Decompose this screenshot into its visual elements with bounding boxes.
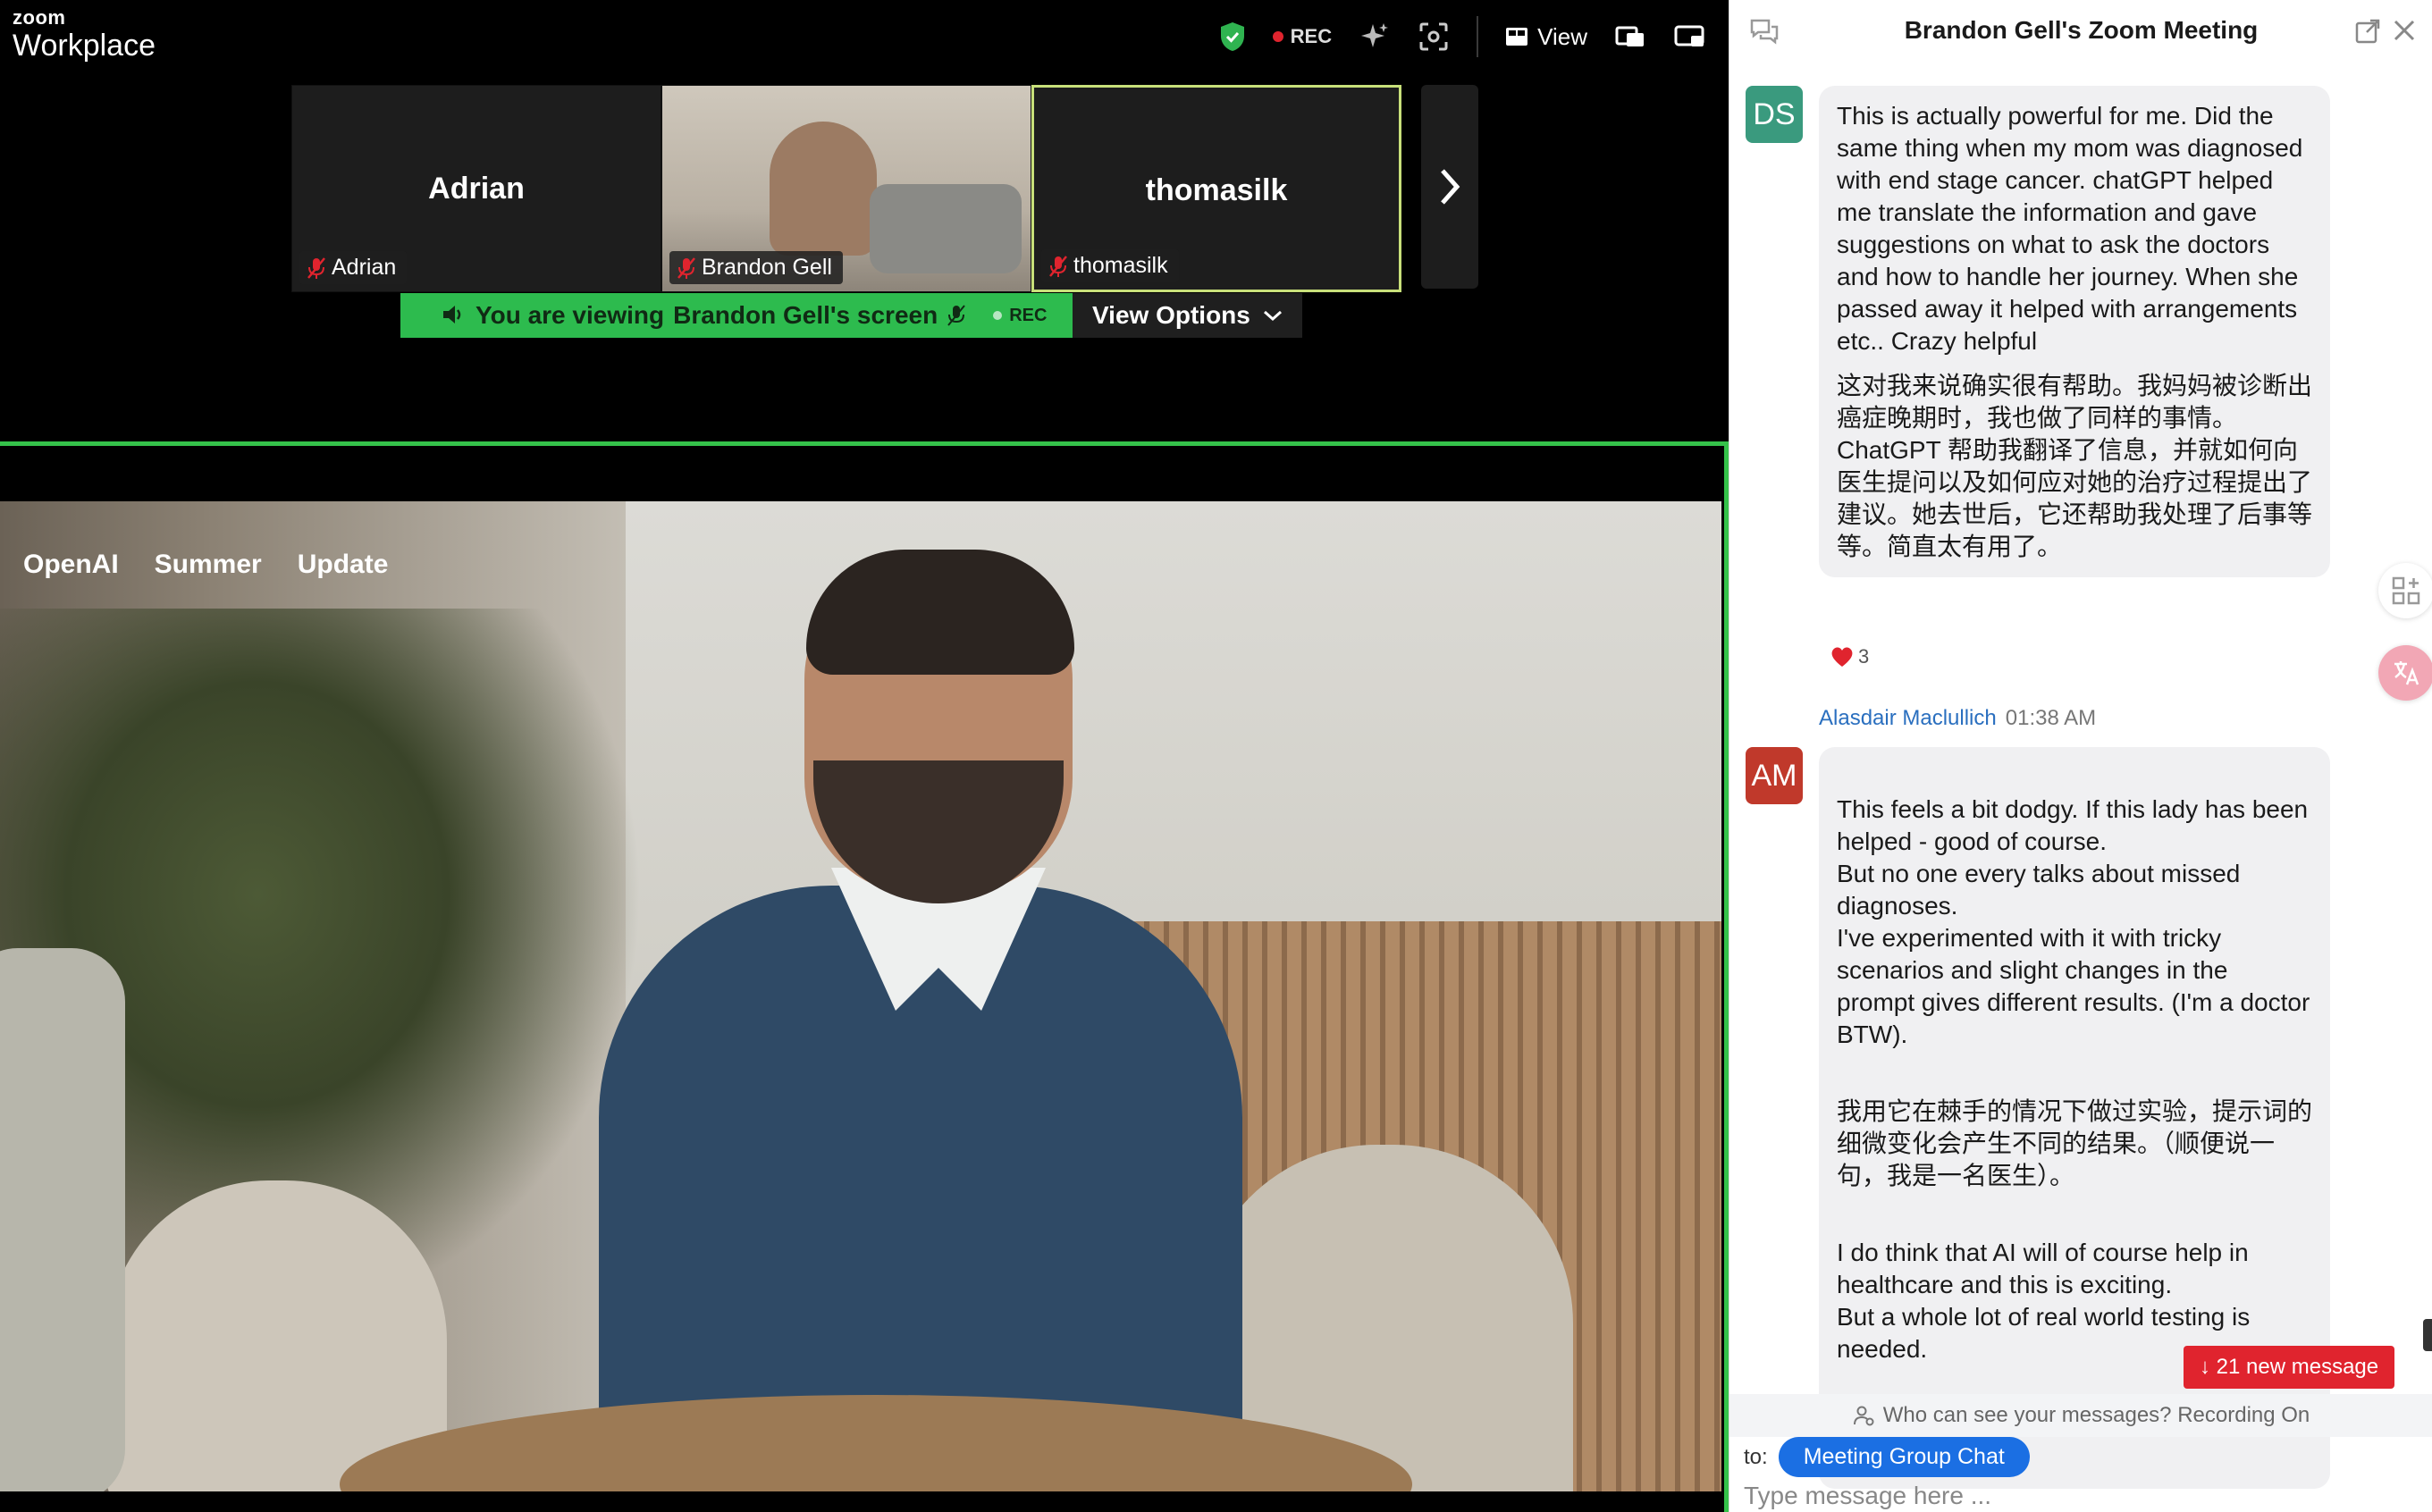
mic-muted-icon [677, 256, 695, 279]
view-options-button[interactable]: View Options [1073, 293, 1302, 338]
new-messages-button[interactable]: ↓ 21 new message [2184, 1346, 2395, 1389]
focus-frame-icon[interactable] [1418, 21, 1450, 53]
to-label: to: [1744, 1444, 1768, 1469]
speaker-hair [806, 550, 1074, 675]
apps-button[interactable] [2378, 563, 2432, 618]
brand-small: zoom [13, 6, 66, 29]
top-toolbar: zoom Workplace REC View [0, 0, 1729, 80]
speaker-icon [443, 306, 461, 323]
zoom-window: zoom Workplace REC View Adrian Adrian Br… [0, 0, 2432, 1512]
chat-panel: Brandon Gell's Zoom Meeting DS This is a… [1729, 0, 2432, 1512]
message-text-translation: 我用它在棘手的情况下做过实验，提示词的细微变化会产生不同的结果。（顺便说一句，我… [1837, 1097, 2313, 1189]
viewing-subject: Brandon Gell's screen [673, 301, 938, 329]
record-dot-icon [1272, 31, 1283, 42]
recording-indicator[interactable]: REC [1272, 25, 1333, 48]
screen-share-banner: You are viewing Brandon Gell's screen RE… [400, 293, 1302, 338]
avatar-initials: DS [1753, 97, 1796, 131]
record-dot-icon [993, 311, 1003, 320]
mic-muted-icon [947, 305, 965, 326]
message-text: This is actually powerful for me. Did th… [1837, 102, 2303, 355]
next-participants-button[interactable] [1421, 85, 1478, 289]
rec-label: REC [1290, 25, 1333, 47]
add-apps-icon [2392, 576, 2420, 605]
participant-video-sofa [870, 184, 1022, 273]
participant-display-name: Adrian [428, 172, 525, 206]
security-shield-icon[interactable] [1219, 21, 1246, 52]
title-word: OpenAI [23, 550, 119, 579]
message-input[interactable] [1744, 1480, 2405, 1512]
shared-video-content[interactable]: OpenAI Summer Update [0, 501, 1721, 1491]
chat-title: Brandon Gell's Zoom Meeting [1904, 16, 2259, 44]
message-sender: Alasdair Maclullich 01:38 AM [1819, 706, 2096, 731]
translate-icon [2394, 661, 2419, 685]
participant-name-tag: Brandon Gell [669, 251, 843, 284]
chevron-down-icon [1263, 310, 1282, 322]
share-rec-indicator: REC [993, 306, 1047, 326]
participant-name-tag: Adrian [299, 251, 408, 284]
message-text: This feels a bit dodgy. If this lady has… [1837, 795, 2310, 1048]
view-options-label: View Options [1092, 301, 1250, 329]
participant-thumbnails: Adrian Adrian Brandon Gell thomasilk tho… [291, 85, 1401, 292]
participant-name-tag: thomasilk [1041, 249, 1179, 282]
view-button[interactable]: View [1505, 23, 1587, 51]
title-word: Summer [154, 550, 262, 579]
fullscreen-icon[interactable] [1673, 21, 1705, 53]
privacy-notice[interactable]: Who can see your messages? Recording On [1729, 1394, 2432, 1437]
viewing-prefix: You are viewing [475, 301, 665, 329]
toolbar-divider [1477, 16, 1479, 57]
side-action-buttons [2378, 563, 2432, 727]
mic-muted-icon [1049, 255, 1067, 277]
avatar-initials: AM [1751, 758, 1797, 793]
meeting-area: zoom Workplace REC View Adrian Adrian Br… [0, 0, 1729, 1512]
shared-screen-frame: OpenAI Summer Update [0, 441, 1729, 1512]
participant-tag-label: Adrian [332, 255, 397, 280]
message-text-translation: 这对我来说确实很有帮助。我妈妈被诊断出癌症晚期时，我也做了同样的事情。ChatG… [1837, 372, 2313, 560]
person-visibility-icon [1853, 1406, 1874, 1426]
reaction-count: 3 [1858, 645, 1870, 668]
chat-message-bubble[interactable]: This is actually powerful for me. Did th… [1819, 86, 2330, 577]
participant-video-person [770, 122, 877, 256]
zoom-logo: zoom Workplace [13, 7, 156, 63]
participant-tile-adrian[interactable]: Adrian Adrian [291, 85, 661, 292]
title-word: Update [297, 550, 389, 579]
brand-big: Workplace [13, 29, 156, 63]
video-title: OpenAI Summer Update [23, 550, 388, 580]
message-time: 01:38 AM [2005, 706, 2097, 730]
sender-name[interactable]: Alasdair Maclullich [1819, 706, 1997, 730]
privacy-notice-text: Who can see your messages? Recording On [1882, 1403, 2310, 1427]
reaction-badge[interactable]: 3 [1830, 645, 1869, 668]
participant-tile-brandon-gell[interactable]: Brandon Gell [661, 85, 1031, 292]
left-person-partial [0, 948, 125, 1491]
chevron-right-icon [1441, 169, 1460, 205]
heart-icon [1831, 647, 1853, 667]
recipient-row: to: Meeting Group Chat [1744, 1437, 2030, 1477]
avatar[interactable]: DS [1746, 86, 1803, 143]
close-icon[interactable] [2392, 18, 2417, 43]
picture-in-picture-icon[interactable] [1614, 21, 1646, 53]
participant-tag-label: Brandon Gell [702, 255, 832, 280]
avatar[interactable]: AM [1746, 747, 1803, 804]
participant-display-name: thomasilk [1145, 173, 1288, 207]
share-rec-label: REC [1009, 305, 1048, 325]
scroll-handle[interactable] [2423, 1319, 2432, 1351]
view-grid-icon [1506, 28, 1528, 46]
viewing-status: You are viewing Brandon Gell's screen RE… [400, 293, 1073, 338]
mic-muted-icon [307, 256, 325, 279]
translate-button[interactable] [2378, 645, 2432, 701]
popout-icon[interactable] [2354, 18, 2381, 45]
chat-header: Brandon Gell's Zoom Meeting [1729, 0, 2432, 64]
speaker-person [572, 550, 1251, 1491]
participant-tile-thomasilk[interactable]: thomasilk thomasilk [1031, 85, 1401, 292]
participant-tag-label: thomasilk [1073, 253, 1168, 278]
recipient-selector[interactable]: Meeting Group Chat [1778, 1437, 2030, 1477]
ai-sparkle-icon[interactable] [1359, 21, 1391, 53]
view-label: View [1537, 22, 1587, 50]
